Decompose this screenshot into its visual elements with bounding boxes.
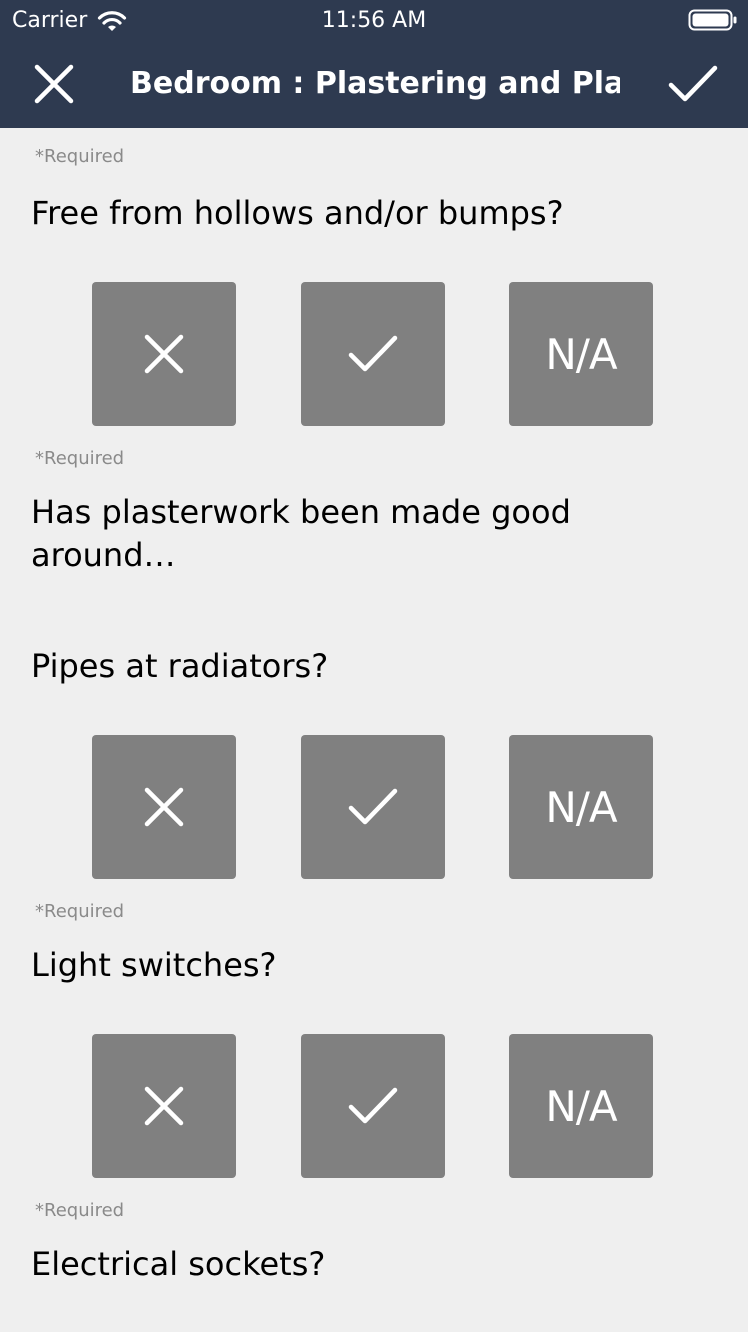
check-icon bbox=[668, 65, 718, 102]
pass-button[interactable] bbox=[301, 282, 445, 426]
nav-bar: Bedroom : Plastering and Pla… bbox=[0, 40, 748, 128]
question-text: Free from hollows and/or bumps? bbox=[31, 194, 564, 232]
section-heading: Has plasterwork been made good around… bbox=[31, 493, 571, 574]
required-label: *Required bbox=[35, 901, 125, 922]
close-icon bbox=[144, 334, 184, 374]
clock: 11:56 AM bbox=[321, 8, 427, 33]
not-applicable-button[interactable]: N/A bbox=[509, 735, 653, 879]
na-label: N/A bbox=[545, 1081, 617, 1131]
fail-button[interactable] bbox=[92, 735, 236, 879]
fail-button[interactable] bbox=[92, 282, 236, 426]
fail-button[interactable] bbox=[92, 1034, 236, 1178]
not-applicable-button[interactable]: N/A bbox=[509, 282, 653, 426]
checklist-content: *Required Free from hollows and/or bumps… bbox=[0, 128, 748, 1332]
question-text: Pipes at radiators? bbox=[31, 647, 329, 685]
status-bar: Carrier 11:56 AM bbox=[0, 0, 748, 40]
check-icon bbox=[348, 1087, 398, 1124]
required-label: *Required bbox=[35, 448, 125, 469]
question-text: Electrical sockets? bbox=[31, 1245, 326, 1283]
check-icon bbox=[348, 335, 398, 372]
pass-button[interactable] bbox=[301, 735, 445, 879]
header: Carrier 11:56 AM Bedroom : Plastering an… bbox=[0, 0, 748, 128]
required-label: *Required bbox=[35, 1200, 125, 1221]
done-button[interactable] bbox=[660, 54, 726, 114]
not-applicable-button[interactable]: N/A bbox=[509, 1034, 653, 1178]
pass-button[interactable] bbox=[301, 1034, 445, 1178]
na-label: N/A bbox=[545, 329, 617, 379]
required-label: *Required bbox=[35, 146, 125, 167]
battery-icon bbox=[688, 9, 737, 31]
close-button[interactable] bbox=[24, 54, 84, 114]
close-icon bbox=[34, 64, 74, 104]
app-screen: Carrier 11:56 AM Bedroom : Plastering an… bbox=[0, 0, 748, 1332]
check-icon bbox=[348, 788, 398, 825]
question-text: Light switches? bbox=[31, 946, 277, 984]
page-title: Bedroom : Plastering and Pla… bbox=[130, 66, 620, 101]
close-icon bbox=[144, 1086, 184, 1126]
na-label: N/A bbox=[545, 782, 617, 832]
close-icon bbox=[144, 787, 184, 827]
